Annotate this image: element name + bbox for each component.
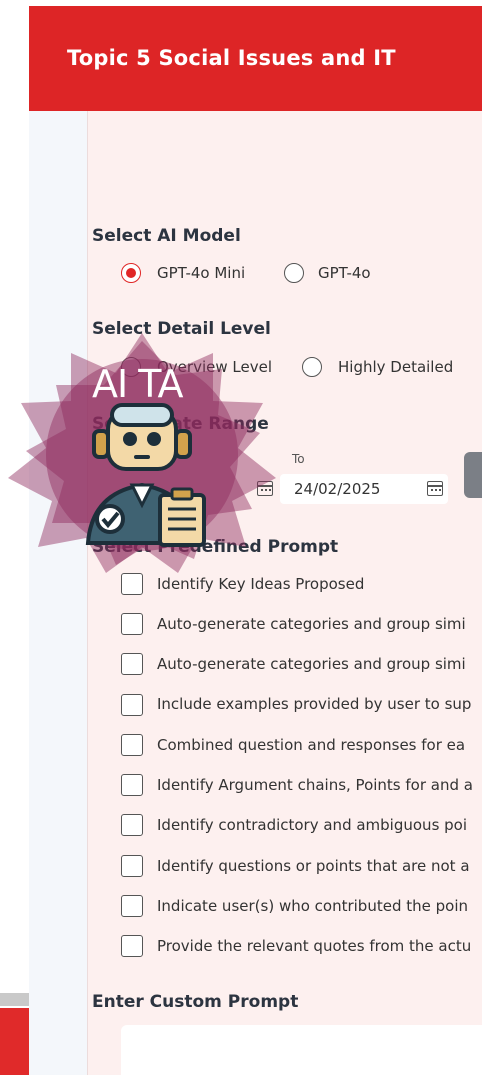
scroll-edge-bar (0, 993, 29, 1006)
model-section-label: Select AI Model (92, 226, 241, 246)
prompt-label-1: Identify Key Ideas Proposed (157, 575, 365, 593)
prompt-label-8: Identify questions or points that are no… (157, 857, 470, 875)
prompt-checkbox-4[interactable] (121, 694, 143, 716)
calendar-icon-to[interactable] (427, 481, 443, 496)
radio-gpt-4o-mini[interactable] (121, 263, 141, 283)
apply-date-button[interactable] (464, 452, 482, 498)
prompt-label-9: Indicate user(s) who contributed the poi… (157, 897, 468, 915)
radio-highly-detailed[interactable] (302, 357, 322, 377)
prompt-checkbox-3[interactable] (121, 653, 143, 675)
prompt-label-5: Combined question and responses for ea (157, 736, 466, 754)
settings-panel (87, 111, 482, 1075)
red-edge-bar (0, 1008, 29, 1075)
prompt-label-4: Include examples provided by user to sup (157, 695, 472, 713)
prompt-label-6: Identify Argument chains, Points for and… (157, 776, 473, 794)
date-to-value: 24/02/2025 (294, 480, 381, 498)
ai-ta-badge-label: AI TA (92, 362, 184, 406)
custom-prompt-label: Enter Custom Prompt (92, 992, 299, 1012)
page-title: Topic 5 Social Issues and IT (67, 46, 396, 70)
prompt-label-2: Auto-generate categories and group simi (157, 615, 466, 633)
prompt-checkbox-1[interactable] (121, 573, 143, 595)
prompt-checkbox-8[interactable] (121, 855, 143, 877)
radio-gpt-4o[interactable] (284, 263, 304, 283)
prompt-checkbox-7[interactable] (121, 814, 143, 836)
prompt-checkbox-10[interactable] (121, 935, 143, 957)
header-bar: Topic 5 Social Issues and IT (29, 6, 482, 111)
radio-label-gpt-4o-mini: GPT-4o Mini (157, 264, 246, 282)
prompt-label-10: Provide the relevant quotes from the act… (157, 937, 472, 955)
custom-prompt-textarea[interactable] (121, 1025, 482, 1075)
prompt-checkbox-6[interactable] (121, 774, 143, 796)
prompt-checkbox-2[interactable] (121, 613, 143, 635)
prompt-checkbox-9[interactable] (121, 895, 143, 917)
prompt-checkbox-5[interactable] (121, 734, 143, 756)
radio-label-gpt-4o: GPT-4o (318, 264, 371, 282)
prompt-label-7: Identify contradictory and ambiguous poi (157, 816, 468, 834)
date-to-label: To (292, 452, 305, 466)
radio-label-highly-detailed: Highly Detailed (338, 358, 454, 376)
prompt-label-3: Auto-generate categories and group simi (157, 655, 466, 673)
date-to-input[interactable]: 24/02/2025 (280, 474, 448, 504)
